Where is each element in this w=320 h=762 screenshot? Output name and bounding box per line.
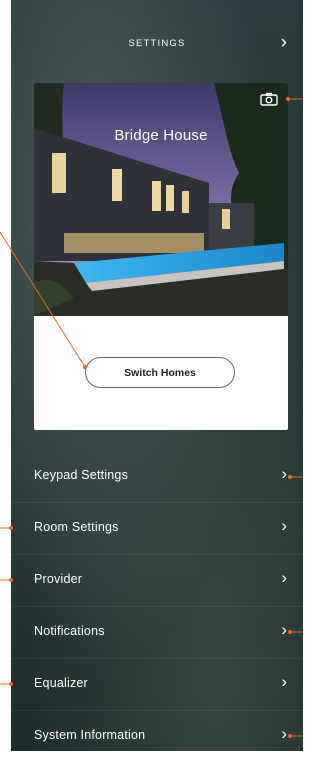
menu-item-label: System Information: [34, 728, 146, 742]
camera-icon[interactable]: [260, 92, 278, 106]
chevron-right-icon: ›: [281, 672, 287, 691]
menu-item-equalizer[interactable]: Equalizer ›: [11, 659, 303, 711]
menu-item-system-information[interactable]: System Information ›: [11, 711, 303, 762]
settings-menu: Keypad Settings › Room Settings › Provid…: [11, 451, 303, 762]
menu-item-room-settings[interactable]: Room Settings ›: [11, 503, 303, 555]
menu-item-label: Provider: [34, 572, 83, 586]
page-title: SETTINGS: [128, 38, 186, 49]
menu-item-keypad-settings[interactable]: Keypad Settings ›: [11, 451, 303, 503]
chevron-right-icon: ›: [281, 464, 287, 483]
menu-item-label: Keypad Settings: [34, 468, 129, 482]
menu-item-provider[interactable]: Provider ›: [11, 555, 303, 607]
menu-item-label: Equalizer: [34, 676, 88, 690]
menu-item-notifications[interactable]: Notifications ›: [11, 607, 303, 659]
home-name: Bridge House: [114, 127, 208, 144]
settings-panel: SETTINGS › Bridge House Switch Homes Key…: [11, 0, 303, 751]
menu-item-label: Room Settings: [34, 520, 119, 534]
home-card: Bridge House Switch Homes: [34, 83, 288, 430]
chevron-right-icon: ›: [281, 516, 287, 535]
chevron-right-icon: ›: [281, 568, 287, 587]
menu-item-label: Notifications: [34, 624, 105, 638]
chevron-right-icon: ›: [281, 724, 287, 743]
switch-homes-button[interactable]: Switch Homes: [85, 357, 235, 388]
chevron-right-icon[interactable]: ›: [281, 33, 287, 53]
chevron-right-icon: ›: [281, 620, 287, 639]
home-photo: [34, 83, 288, 316]
